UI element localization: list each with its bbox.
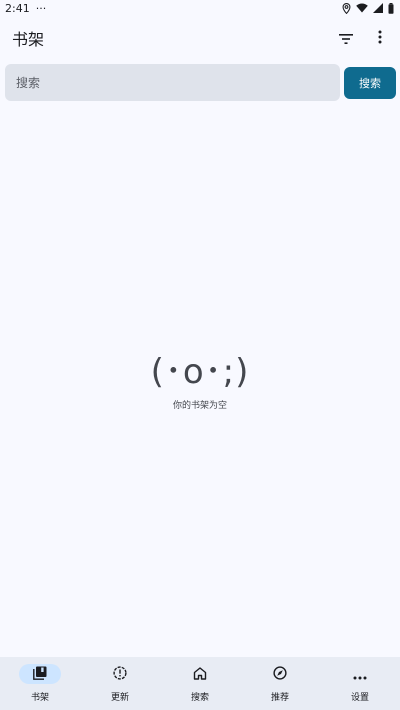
nav-icon-wrap	[259, 664, 301, 684]
wifi-icon	[356, 3, 368, 13]
more-options-button[interactable]	[370, 28, 390, 48]
status-bar: 2:41 ···	[0, 0, 400, 16]
location-icon	[342, 2, 351, 14]
updates-icon	[113, 665, 127, 684]
nav-label-library: 书架	[30, 693, 49, 703]
status-time: 2:41	[5, 1, 30, 15]
empty-kaomoji: (･o･;)	[150, 352, 250, 392]
filter-icon	[339, 29, 353, 48]
nav-label-search: 搜索	[190, 693, 209, 703]
battery-icon	[388, 2, 394, 14]
nav-item-settings[interactable]: 设置	[320, 664, 400, 703]
page-title: 书架	[12, 30, 45, 49]
status-dots: ···	[35, 1, 47, 15]
more-vert-icon	[378, 29, 382, 48]
search-row: 搜索	[5, 64, 396, 101]
nav-label-settings: 设置	[350, 693, 369, 703]
nav-label-explore: 推荐	[270, 693, 289, 703]
nav-label-updates: 更新	[110, 693, 129, 703]
search-button[interactable]: 搜索	[344, 66, 396, 99]
status-right	[342, 2, 394, 14]
nav-icon-wrap	[99, 664, 141, 684]
app-bar-actions	[336, 28, 390, 48]
top-app-bar: 书架	[0, 18, 400, 58]
nav-active-indicator	[19, 664, 61, 684]
nav-item-library[interactable]: 书架	[0, 664, 80, 703]
nav-icon-wrap	[179, 664, 221, 684]
nav-icon-wrap	[339, 664, 381, 684]
library-icon	[33, 665, 47, 684]
nav-item-explore[interactable]: 推荐	[240, 664, 320, 703]
more-horiz-icon	[353, 665, 367, 684]
empty-state: (･o･;) 你的书架为空	[0, 350, 400, 411]
signal-icon	[373, 3, 383, 13]
home-icon	[193, 665, 207, 684]
search-input[interactable]	[5, 64, 340, 101]
empty-message: 你的书架为空	[172, 401, 227, 411]
nav-item-updates[interactable]: 更新	[80, 664, 160, 703]
filter-button[interactable]	[336, 28, 356, 48]
status-left: 2:41 ···	[5, 2, 46, 15]
explore-icon	[273, 665, 287, 684]
nav-item-search[interactable]: 搜索	[160, 664, 240, 703]
bottom-navigation: 书架 更新 搜索 推荐 设置	[0, 657, 400, 710]
